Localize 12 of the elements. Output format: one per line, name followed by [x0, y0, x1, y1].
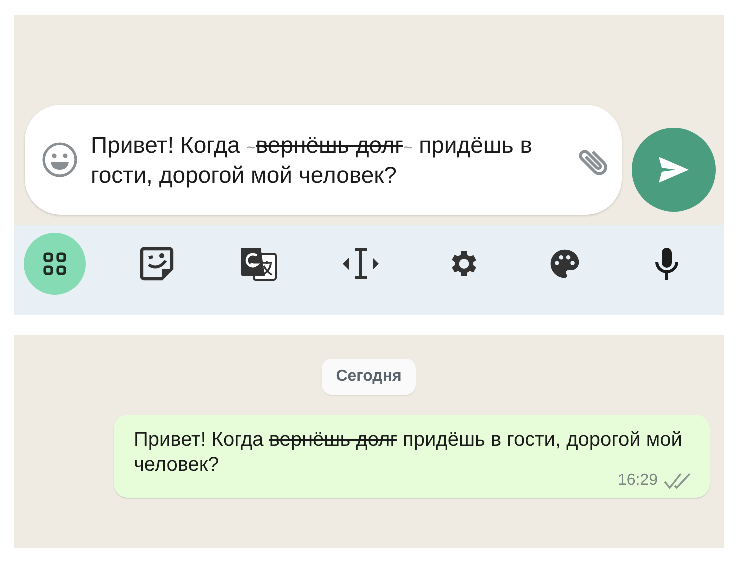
text-cursor-icon: [341, 247, 381, 281]
message-text: Привет! Когда ~вернёшь долг~ придёшь в гости, дорогой мой человек?: [91, 132, 534, 188]
palette-icon: [548, 247, 582, 281]
date-badge: Сегодня: [322, 359, 416, 395]
sticker-icon: [138, 245, 176, 283]
translate-icon: [240, 246, 278, 282]
emoji-icon: [41, 141, 79, 179]
send-icon: [657, 155, 691, 185]
message-input-field[interactable]: Привет! Когда ~вернёшь долг~ придёшь в гости, дорогой мой человек?: [25, 105, 622, 215]
grid-icon: [42, 251, 68, 277]
microphone-icon: [653, 246, 681, 282]
message-time: 16:29: [618, 472, 658, 490]
